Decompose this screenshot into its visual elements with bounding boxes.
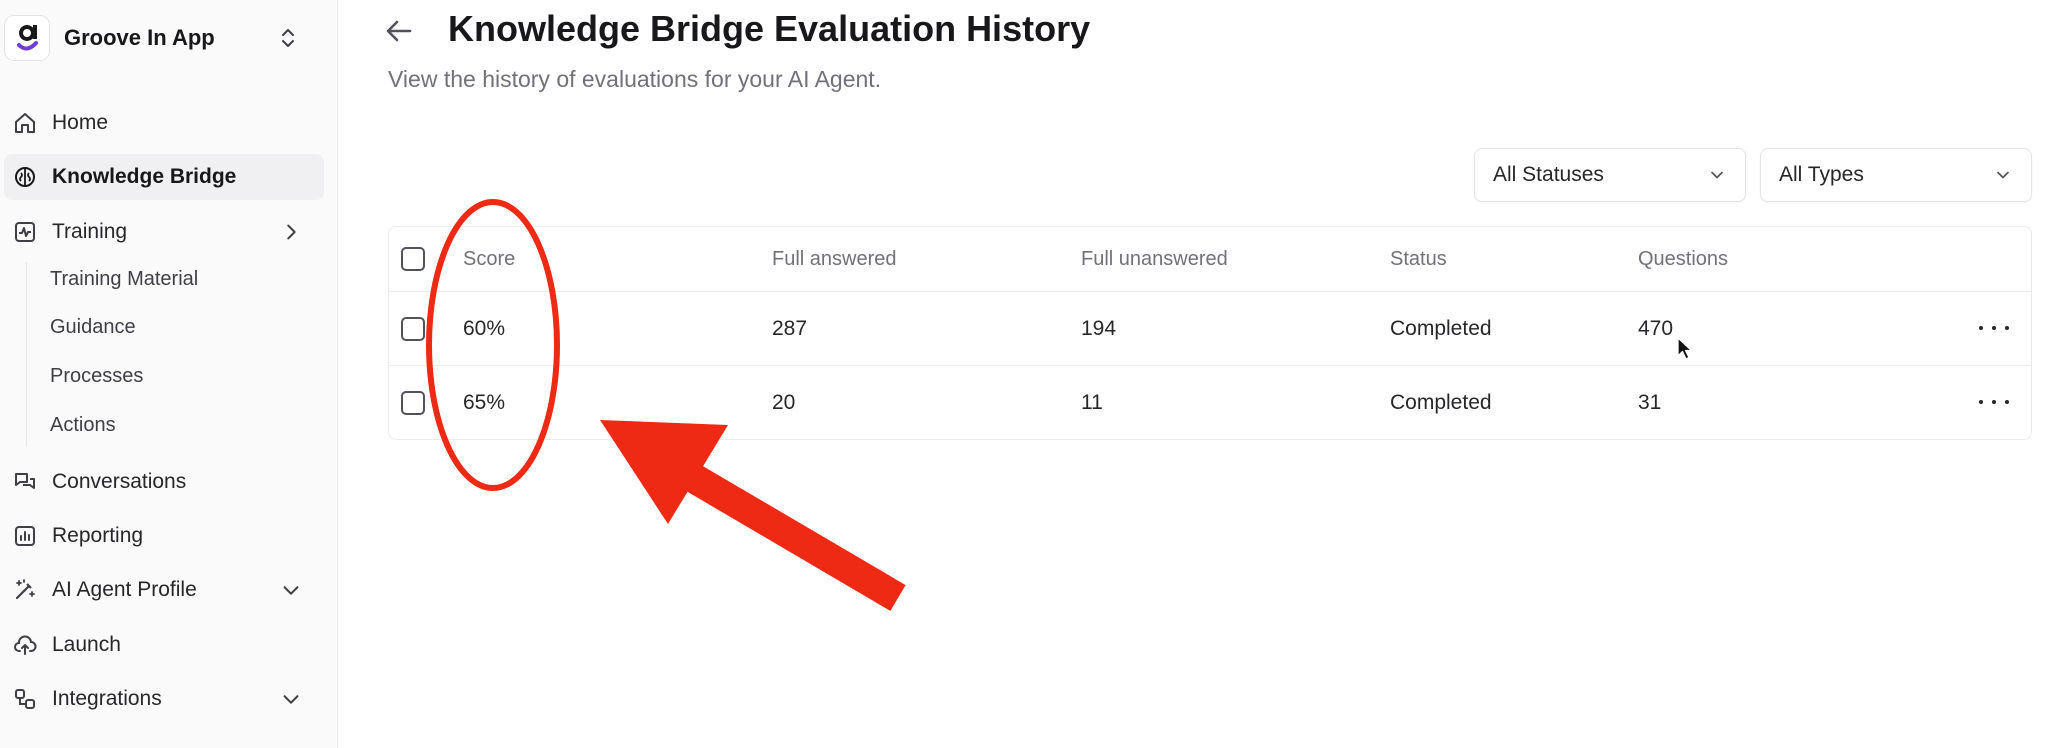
brain-icon (12, 164, 38, 190)
cloud-upload-icon (12, 632, 38, 658)
sidebar-item-integrations[interactable]: Integrations (4, 676, 324, 722)
table-header-row: Score Full answered Full unanswered Stat… (389, 227, 2031, 291)
row-more-actions-icon[interactable] (1979, 390, 2009, 414)
status-filter-value: All Statuses (1493, 163, 1604, 186)
sidebar-item-training[interactable]: Training (4, 209, 324, 255)
table-row[interactable]: 65% 20 11 Completed 31 (389, 365, 2031, 439)
chevron-right-icon[interactable] (280, 221, 302, 243)
row-select-cell (401, 292, 425, 365)
chat-icon (12, 469, 38, 495)
column-header-status[interactable]: Status (1390, 227, 1447, 291)
magic-wand-icon (12, 577, 38, 603)
select-all-cell (401, 227, 425, 291)
annotation-arrow-icon (600, 420, 906, 611)
status-cell: Completed (1390, 390, 1492, 414)
chevron-down-icon[interactable] (280, 579, 302, 601)
chevron-down-icon[interactable] (280, 688, 302, 710)
score-cell: 60% (463, 316, 506, 340)
workspace-switcher[interactable]: Groove In App (0, 10, 330, 66)
type-filter-select[interactable]: All Types (1760, 148, 2032, 202)
sidebar: Groove In App Home Knowledge Bridge Trai… (0, 0, 338, 748)
score-cell: 65% (463, 390, 506, 414)
page-title: Knowledge Bridge Evaluation History (448, 8, 1091, 49)
full-unanswered-cell: 11 (1081, 390, 1103, 414)
sidebar-item-ai-agent-profile[interactable]: AI Agent Profile (4, 567, 324, 613)
sidebar-item-label: Home (52, 111, 109, 134)
full-answered-cell: 287 (772, 316, 808, 340)
column-header-full-answered[interactable]: Full answered (772, 227, 897, 291)
sidebar-item-label: AI Agent Profile (52, 578, 197, 601)
status-cell: Completed (1390, 316, 1492, 340)
select-all-checkbox[interactable] (401, 247, 425, 271)
activity-icon (12, 219, 38, 245)
sidebar-item-label: Conversations (52, 470, 187, 493)
sidebar-subitem-guidance[interactable]: Guidance (50, 316, 136, 346)
table-row[interactable]: 60% 287 194 Completed 470 (389, 291, 2031, 365)
row-checkbox[interactable] (401, 390, 425, 415)
sidebar-item-label: Integrations (52, 687, 162, 710)
questions-cell: 470 (1638, 316, 1674, 340)
workspace-logo (4, 15, 50, 61)
integrations-icon (12, 686, 38, 712)
row-more-actions-icon[interactable] (1979, 316, 2009, 340)
column-header-full-unanswered[interactable]: Full unanswered (1081, 227, 1228, 291)
sidebar-item-home[interactable]: Home (4, 100, 324, 146)
sidebar-item-label: Reporting (52, 524, 144, 547)
sidebar-item-knowledge-bridge[interactable]: Knowledge Bridge (4, 154, 324, 200)
sidebar-item-reporting[interactable]: Reporting (4, 513, 324, 559)
sidebar-item-label: Knowledge Bridge (52, 165, 237, 188)
row-checkbox[interactable] (401, 316, 425, 341)
status-filter-select[interactable]: All Statuses (1474, 148, 1746, 202)
evaluation-history-table: Score Full answered Full unanswered Stat… (388, 226, 2032, 440)
column-header-score[interactable]: Score (463, 227, 515, 291)
page-subtitle: View the history of evaluations for your… (388, 66, 882, 92)
mouse-cursor-icon (1677, 337, 1693, 360)
full-unanswered-cell: 194 (1081, 316, 1117, 340)
questions-cell: 31 (1638, 390, 1662, 414)
full-answered-cell: 20 (772, 390, 796, 414)
workspace-name: Groove In App (64, 25, 215, 50)
sidebar-subitem-actions[interactable]: Actions (50, 414, 116, 444)
chevron-up-down-icon[interactable] (276, 26, 300, 50)
sidebar-item-conversations[interactable]: Conversations (4, 459, 324, 505)
sidebar-subitem-processes[interactable]: Processes (50, 365, 143, 395)
bar-chart-icon (12, 523, 38, 549)
home-icon (12, 110, 38, 136)
chevron-down-icon (1711, 171, 1723, 179)
row-select-cell (401, 366, 425, 439)
subnav-divider (26, 262, 27, 446)
chevron-down-icon (1997, 171, 2009, 179)
sidebar-item-label: Launch (52, 633, 121, 656)
sidebar-subitem-training-material[interactable]: Training Material (50, 268, 198, 298)
back-arrow-icon[interactable] (382, 14, 416, 48)
sidebar-item-launch[interactable]: Launch (4, 622, 324, 668)
sidebar-item-label: Training (52, 220, 128, 243)
column-header-questions[interactable]: Questions (1638, 227, 1728, 291)
type-filter-value: All Types (1779, 163, 1864, 186)
